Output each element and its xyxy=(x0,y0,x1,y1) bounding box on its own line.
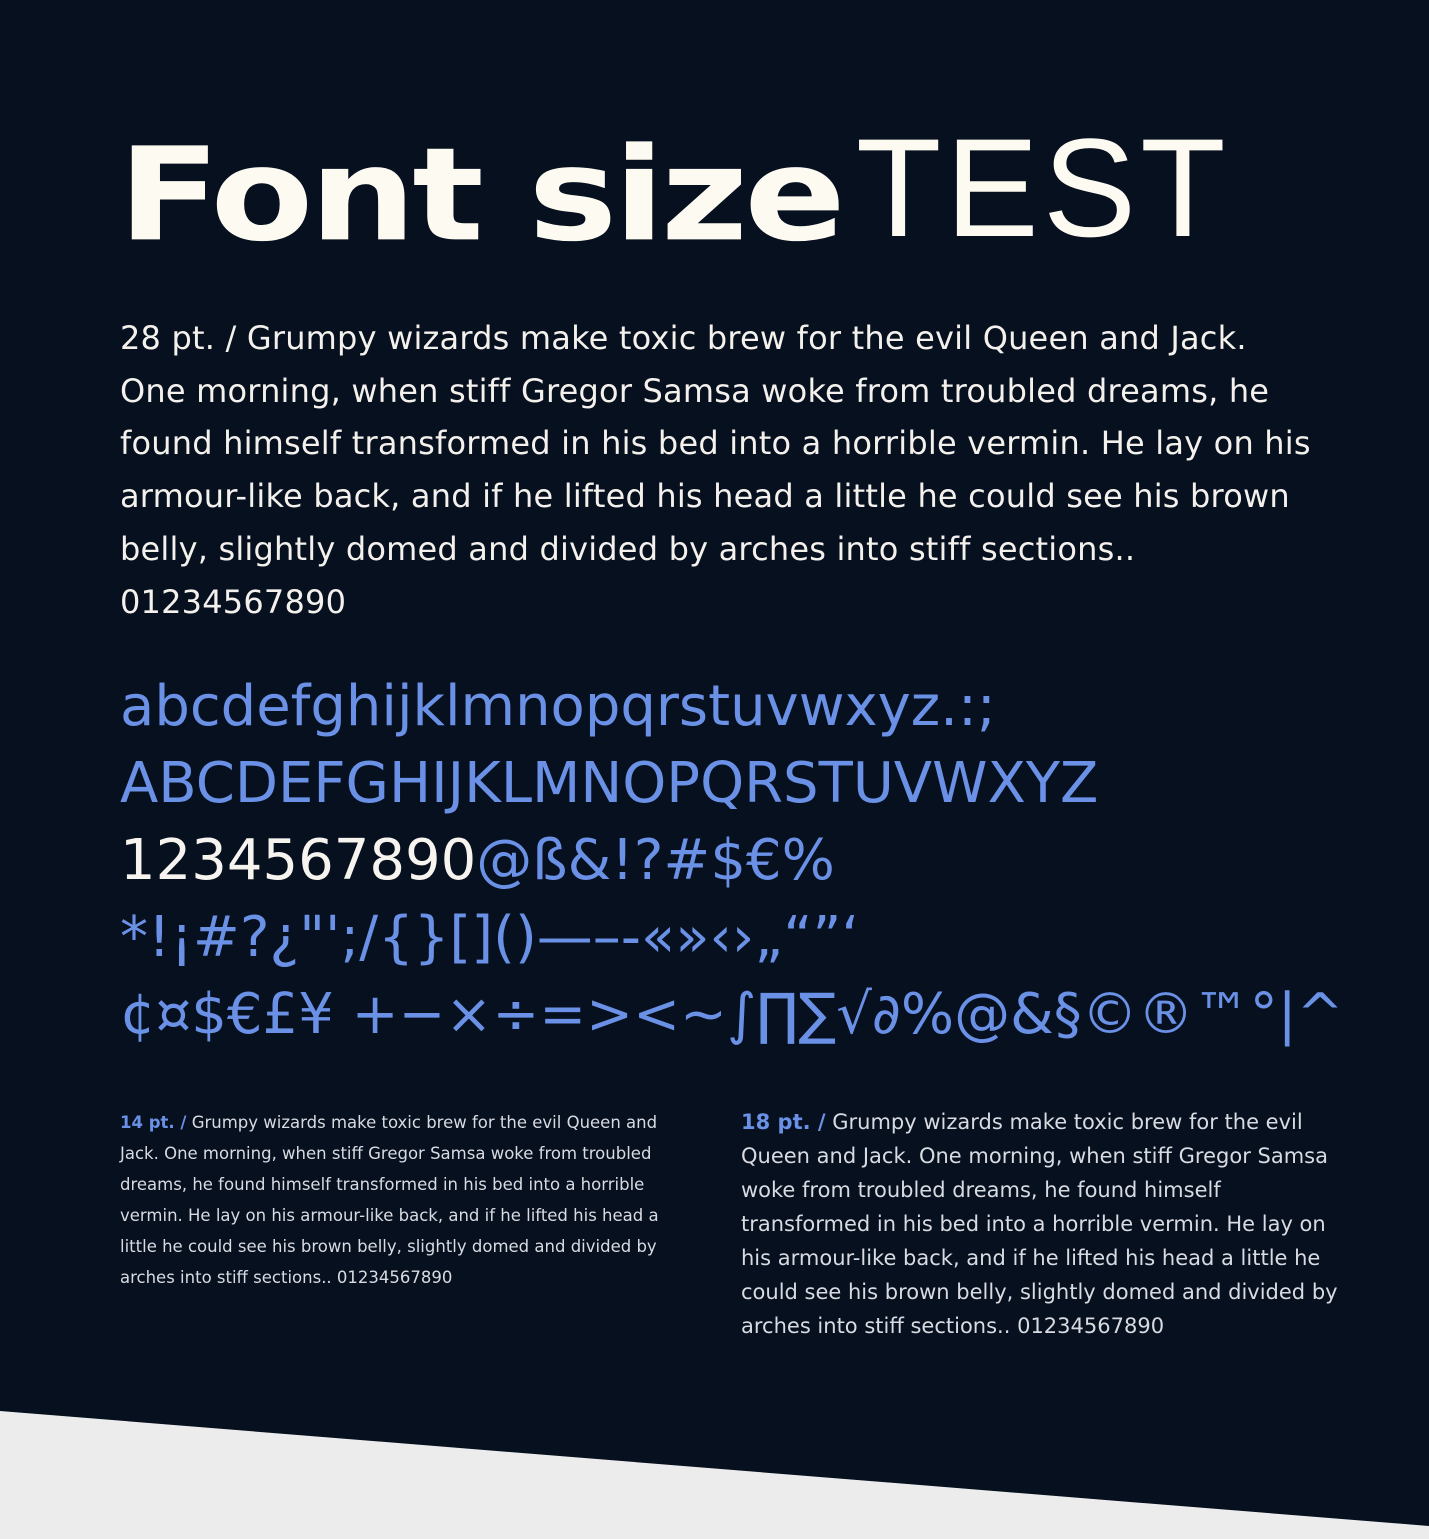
sample-14pt-paragraph: 14 pt. / Grumpy wizards make toxic brew … xyxy=(120,1107,700,1293)
sample-18pt-paragraph: 18 pt. / Grumpy wizards make toxic brew … xyxy=(741,1105,1351,1343)
sample-28pt-paragraph: 28 pt. / Grumpy wizards make toxic brew … xyxy=(120,319,1311,621)
uppercase-row: ABCDEFGHIJKLMNOPQRSTUVWXYZ xyxy=(120,751,1099,816)
punctuation-row: *!¡#?¿"';/{}[]()—–-«»‹›„“”‘ xyxy=(120,905,860,970)
sample-18pt-label: 18 pt. / xyxy=(741,1110,826,1134)
sample-14pt-label: 14 pt. / xyxy=(120,1113,187,1132)
digits-row: 1234567890@ß&!?#$€% xyxy=(120,822,1344,899)
character-set: abcdefghijklmnopqrstuvwxyz.:; ABCDEFGHIJ… xyxy=(120,668,1344,1053)
page-title: Font size TEST xyxy=(118,109,1230,271)
symbols-row: ¢¤$€£¥ +−×÷=><~∫∏∑√∂%@&§©®™°|^ xyxy=(120,982,1344,1047)
type-specimen-poster: Font size TEST 28 pt. / Grumpy wizards ma… xyxy=(0,0,1429,1539)
sample-14pt-text: Grumpy wizards make toxic brew for the e… xyxy=(120,1113,659,1287)
digit-symbols: @ß&!?#$€% xyxy=(476,828,835,893)
digits: 1234567890 xyxy=(120,828,477,893)
lowercase-row: abcdefghijklmnopqrstuvwxyz.:; xyxy=(120,674,996,739)
sample-18pt-text: Grumpy wizards make toxic brew for the e… xyxy=(741,1110,1338,1338)
title-bold: Font size xyxy=(118,120,846,271)
title-light: TEST xyxy=(855,109,1230,266)
